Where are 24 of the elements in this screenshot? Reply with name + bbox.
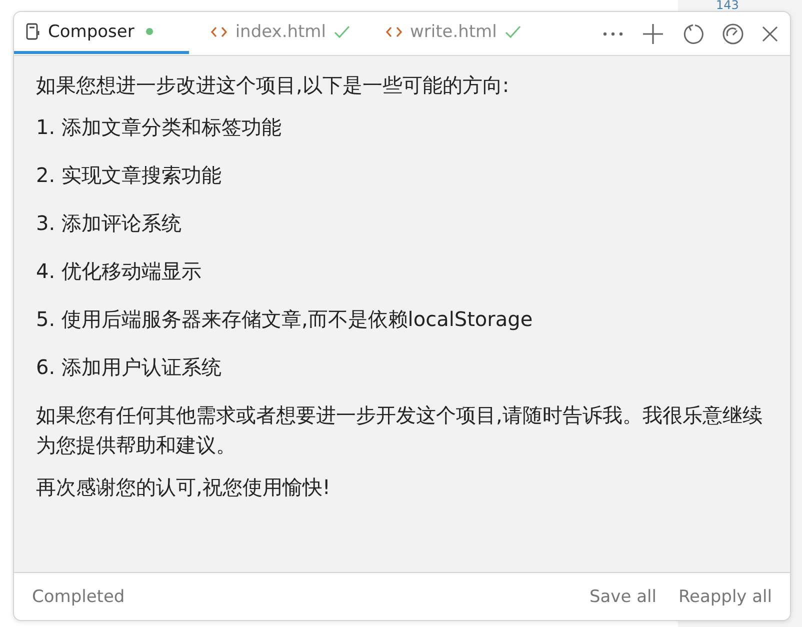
status-text: Completed — [32, 586, 125, 606]
list-item: 5. 使用后端服务器来存储文章,而不是依赖localStorage — [36, 306, 534, 333]
tab[interactable]: index.html — [199, 12, 364, 54]
action-button[interactable]: Save all — [589, 586, 656, 606]
list-item: 2. 实现文章搜索功能 — [36, 162, 222, 189]
paragraph: 如果您想进一步改进这个项目,以下是一些可能的方向: — [36, 72, 510, 99]
notebook-icon — [26, 23, 40, 40]
refresh-icon[interactable] — [682, 22, 704, 44]
gauge-icon[interactable] — [722, 22, 744, 44]
list-item: 6. 添加用户认证系统 — [36, 354, 222, 381]
action-button[interactable]: Reapply all — [678, 586, 772, 606]
paragraph: 再次感谢您的认可,祝您使用愉快! — [36, 474, 332, 501]
list-item: 4. 优化移动端显示 — [36, 258, 202, 285]
tab[interactable]: Composer — [14, 12, 190, 54]
paragraph: 如果您有任何其他需求或者想要进一步开发这个项目,请随时告诉我。我很乐意继续为您提供帮助和建议。 — [36, 402, 764, 459]
code-icon — [211, 26, 228, 38]
add-icon[interactable] — [642, 22, 664, 44]
line-number: 143 — [716, 0, 739, 11]
code-icon — [386, 26, 402, 38]
list-item: 3. 添加评论系统 — [36, 210, 182, 237]
more-icon[interactable] — [602, 30, 624, 36]
tab[interactable]: write.html — [374, 12, 535, 54]
close-icon[interactable] — [762, 26, 778, 42]
list-item: 1. 添加文章分类和标签功能 — [36, 114, 282, 141]
